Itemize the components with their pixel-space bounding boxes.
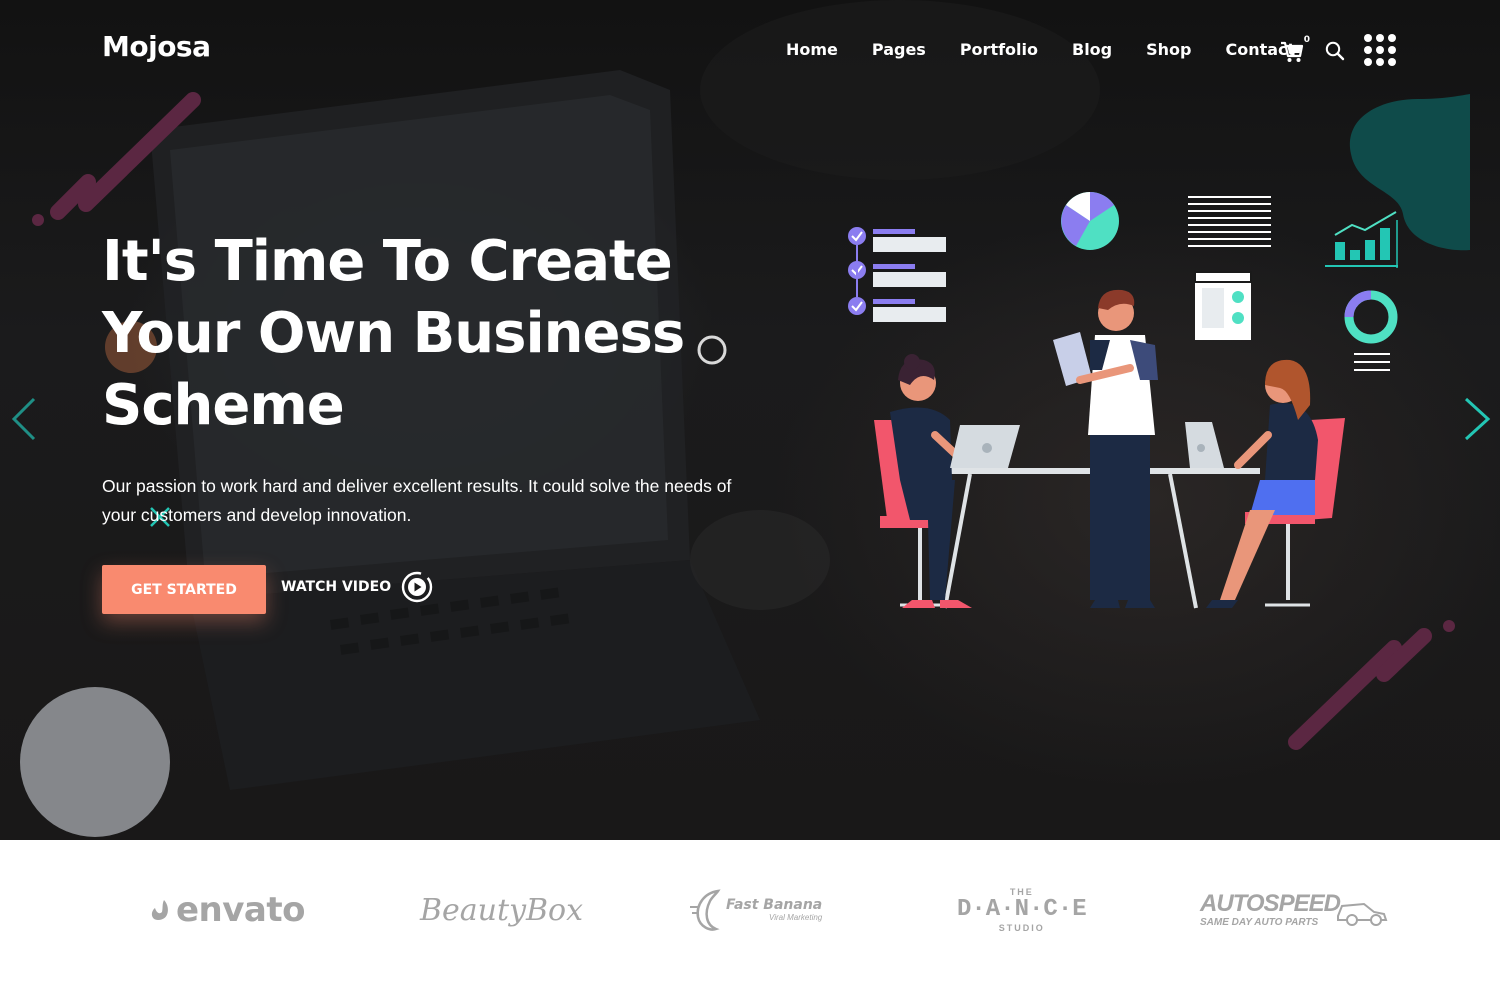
team-meeting-illustration <box>848 192 1398 609</box>
brand-beautybox-name: BeautyBox <box>420 892 584 928</box>
checklist-graphic <box>848 227 946 322</box>
envato-leaf-icon <box>151 900 168 920</box>
grid-menu-icon[interactable] <box>1364 34 1398 66</box>
document-lines-graphic <box>1188 196 1271 247</box>
plum-streak-bottom-right <box>1288 620 1455 750</box>
nav-blog[interactable]: Blog <box>1072 38 1112 62</box>
get-started-button[interactable]: GET STARTED <box>102 565 266 614</box>
watch-video-button[interactable]: WATCH VIDEO <box>281 570 433 604</box>
brand-dance-studio[interactable]: THE D·A·N·C·E STUDIO <box>957 880 1087 940</box>
play-icon <box>401 571 433 603</box>
search-icon <box>1325 41 1345 61</box>
main-nav: Home Pages Portfolio Blog Shop Contact <box>786 38 1329 62</box>
nav-pages[interactable]: Pages <box>872 38 926 62</box>
watch-video-label: WATCH VIDEO <box>281 579 392 595</box>
brand-autospeed-tagline: SAME DAY AUTO PARTS <box>1200 917 1319 928</box>
hero-headline-line-2: Your Own Business <box>102 301 685 366</box>
banana-icon <box>690 889 721 931</box>
brand-autospeed[interactable]: AUTOSPEED SAME DAY AUTO PARTS <box>1200 880 1388 940</box>
plum-streak-top-left <box>32 92 201 226</box>
hero-description: Our passion to work hard and deliver exc… <box>102 476 732 525</box>
brand-fast-banana[interactable]: Fast Banana Viral Marketing <box>690 880 822 940</box>
checkbox-card-graphic <box>1194 271 1252 340</box>
nav-portfolio[interactable]: Portfolio <box>960 38 1038 62</box>
brand-envato-name: envato <box>176 890 305 930</box>
hero-headline: It's Time To Create Your Own Business Sc… <box>102 226 722 442</box>
brand-envato[interactable]: envato <box>148 880 305 940</box>
grey-circle-shape <box>20 687 170 837</box>
search-button[interactable] <box>1324 36 1346 64</box>
cart-count-badge: 0 <box>1303 35 1310 45</box>
brand-autospeed-name: AUTOSPEED <box>1200 890 1341 917</box>
woman-left-figure <box>874 354 1020 608</box>
header-icons: 0 <box>1280 34 1398 66</box>
growth-chart-graphic <box>1325 211 1398 268</box>
pie-chart-graphic <box>1061 192 1119 250</box>
desk-graphic <box>910 468 1260 609</box>
brand-dance-main: D·A·N·C·E <box>957 896 1087 923</box>
chevron-right-icon[interactable] <box>1462 396 1492 442</box>
chevron-left-icon[interactable] <box>10 396 40 442</box>
woman-right-figure <box>1185 359 1345 608</box>
hero-headline-line-3: Scheme <box>102 373 345 438</box>
brand-beautybox[interactable]: BeautyBox <box>420 880 583 940</box>
brand-fast-banana-tagline: Viral Marketing <box>769 913 823 922</box>
site-logo[interactable]: Mojosa <box>102 30 211 63</box>
brand-dance-bottom: STUDIO <box>998 923 1045 933</box>
nav-shop[interactable]: Shop <box>1146 38 1191 62</box>
donut-chart-graphic <box>1344 290 1398 371</box>
car-icon <box>1336 902 1388 926</box>
hero-headline-line-1: It's Time To Create <box>102 229 673 294</box>
cart-icon <box>1281 41 1304 62</box>
standing-man-figure <box>1053 289 1158 608</box>
nav-home[interactable]: Home <box>786 38 838 62</box>
hero-section: Mojosa Home Pages Portfolio Blog Shop Co… <box>0 0 1500 840</box>
brand-fast-banana-name: Fast Banana <box>726 897 823 913</box>
cart-button[interactable]: 0 <box>1280 35 1310 64</box>
